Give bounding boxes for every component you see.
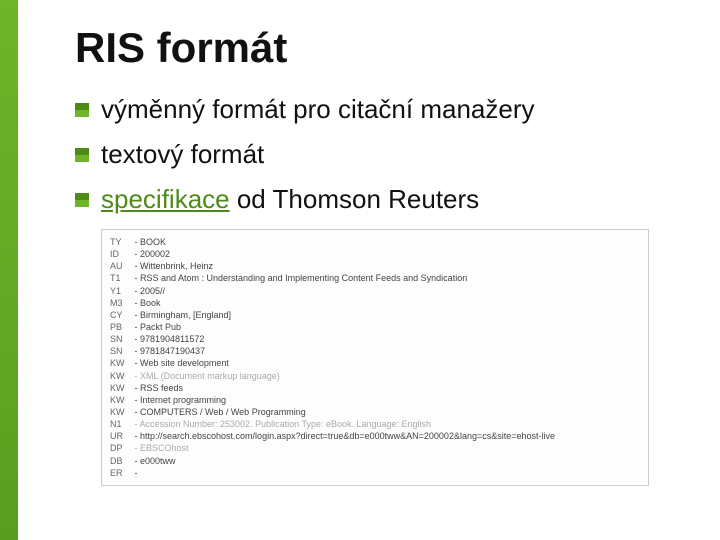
bullet-item: specifikace od Thomson Reuters	[75, 184, 690, 215]
ris-sep: -	[132, 334, 140, 344]
ris-tag: SN	[110, 345, 132, 357]
ris-sep: -	[132, 383, 140, 393]
ris-tag: CY	[110, 309, 132, 321]
bullet-icon	[75, 193, 89, 207]
ris-sep: -	[132, 286, 140, 296]
ris-value: COMPUTERS / Web / Web Programming	[140, 407, 306, 417]
ris-line: KW - Web site development	[110, 357, 640, 369]
bullet-rest: od Thomson Reuters	[230, 184, 480, 214]
bullet-icon	[75, 103, 89, 117]
slide-content: RIS formát výměnný formát pro citační ma…	[75, 24, 690, 520]
ris-sep: -	[132, 358, 140, 368]
slide-title: RIS formát	[75, 24, 690, 72]
ris-sep: -	[132, 431, 140, 441]
ris-tag: KW	[110, 382, 132, 394]
ris-line: DP - EBSCOhost	[110, 442, 640, 454]
ris-value: 200002	[140, 249, 170, 259]
ris-sep: -	[132, 395, 140, 405]
ris-line: CY - Birmingham, [England]	[110, 309, 640, 321]
ris-value: Packt Pub	[140, 322, 181, 332]
ris-tag: Y1	[110, 285, 132, 297]
ris-tag: KW	[110, 406, 132, 418]
ris-example-box: TY - BOOKID - 200002AU - Wittenbrink, He…	[101, 229, 649, 486]
ris-sep: -	[132, 298, 140, 308]
ris-line: T1 - RSS and Atom : Understanding and Im…	[110, 272, 640, 284]
ris-tag: M3	[110, 297, 132, 309]
ris-line: DB - e000tww	[110, 455, 640, 467]
ris-tag: T1	[110, 272, 132, 284]
ris-value: http://search.ebscohost.com/login.aspx?d…	[140, 431, 555, 441]
ris-sep: -	[132, 407, 140, 417]
ris-line: PB - Packt Pub	[110, 321, 640, 333]
ris-line: KW - RSS feeds	[110, 382, 640, 394]
ris-value: RSS and Atom : Understanding and Impleme…	[140, 273, 467, 283]
ris-tag: KW	[110, 370, 132, 382]
ris-line: N1 - Accession Number: 253002. Publicati…	[110, 418, 640, 430]
ris-value: EBSCOhost	[140, 443, 189, 453]
ris-tag: TY	[110, 236, 132, 248]
ris-sep: -	[132, 310, 140, 320]
ris-tag: PB	[110, 321, 132, 333]
ris-value: 2005//	[140, 286, 165, 296]
ris-sep: -	[132, 322, 140, 332]
ris-line: ID - 200002	[110, 248, 640, 260]
ris-value: Accession Number: 253002. Publication Ty…	[140, 419, 432, 429]
specification-link[interactable]: specifikace	[101, 184, 230, 214]
ris-line: UR - http://search.ebscohost.com/login.a…	[110, 430, 640, 442]
ris-value: XML (Document markup language)	[140, 371, 280, 381]
ris-tag: ER	[110, 467, 132, 479]
ris-sep: -	[132, 371, 140, 381]
ris-line: ER -	[110, 467, 640, 479]
ris-value: BOOK	[140, 237, 166, 247]
ris-line: KW - COMPUTERS / Web / Web Programming	[110, 406, 640, 418]
ris-value: e000tww	[140, 456, 176, 466]
bullet-icon	[75, 148, 89, 162]
ris-tag: SN	[110, 333, 132, 345]
ris-tag: ID	[110, 248, 132, 260]
ris-value: RSS feeds	[140, 383, 183, 393]
ris-line: AU - Wittenbrink, Heinz	[110, 260, 640, 272]
bullet-item: výměnný formát pro citační manažery	[75, 94, 690, 125]
ris-line: KW - XML (Document markup language)	[110, 370, 640, 382]
ris-line: KW - Internet programming	[110, 394, 640, 406]
ris-value: Book	[140, 298, 161, 308]
left-accent-stripe	[0, 0, 18, 540]
bullet-text: textový formát	[101, 139, 264, 170]
ris-value: Wittenbrink, Heinz	[140, 261, 213, 271]
ris-sep: -	[132, 237, 140, 247]
ris-tag: N1	[110, 418, 132, 430]
ris-tag: KW	[110, 394, 132, 406]
ris-line: M3 - Book	[110, 297, 640, 309]
bullet-list: výměnný formát pro citační manažery text…	[75, 94, 690, 215]
ris-line: TY - BOOK	[110, 236, 640, 248]
ris-sep: -	[132, 443, 140, 453]
ris-sep: -	[132, 249, 140, 259]
bullet-text: specifikace od Thomson Reuters	[101, 184, 479, 215]
ris-value: Birmingham, [England]	[140, 310, 231, 320]
ris-tag: UR	[110, 430, 132, 442]
bullet-item: textový formát	[75, 139, 690, 170]
ris-line: Y1 - 2005//	[110, 285, 640, 297]
ris-sep: -	[132, 346, 140, 356]
ris-sep: -	[132, 261, 140, 271]
ris-value: Internet programming	[140, 395, 226, 405]
ris-sep: -	[132, 419, 140, 429]
ris-value: 9781847190437	[140, 346, 205, 356]
bullet-text: výměnný formát pro citační manažery	[101, 94, 535, 125]
ris-value: Web site development	[140, 358, 229, 368]
ris-sep: -	[132, 273, 140, 283]
ris-tag: AU	[110, 260, 132, 272]
ris-line: SN - 9781904811572	[110, 333, 640, 345]
ris-tag: DP	[110, 442, 132, 454]
ris-tag: KW	[110, 357, 132, 369]
ris-sep: -	[132, 468, 138, 478]
ris-line: SN - 9781847190437	[110, 345, 640, 357]
ris-sep: -	[132, 456, 140, 466]
ris-value: 9781904811572	[140, 334, 204, 344]
ris-tag: DB	[110, 455, 132, 467]
